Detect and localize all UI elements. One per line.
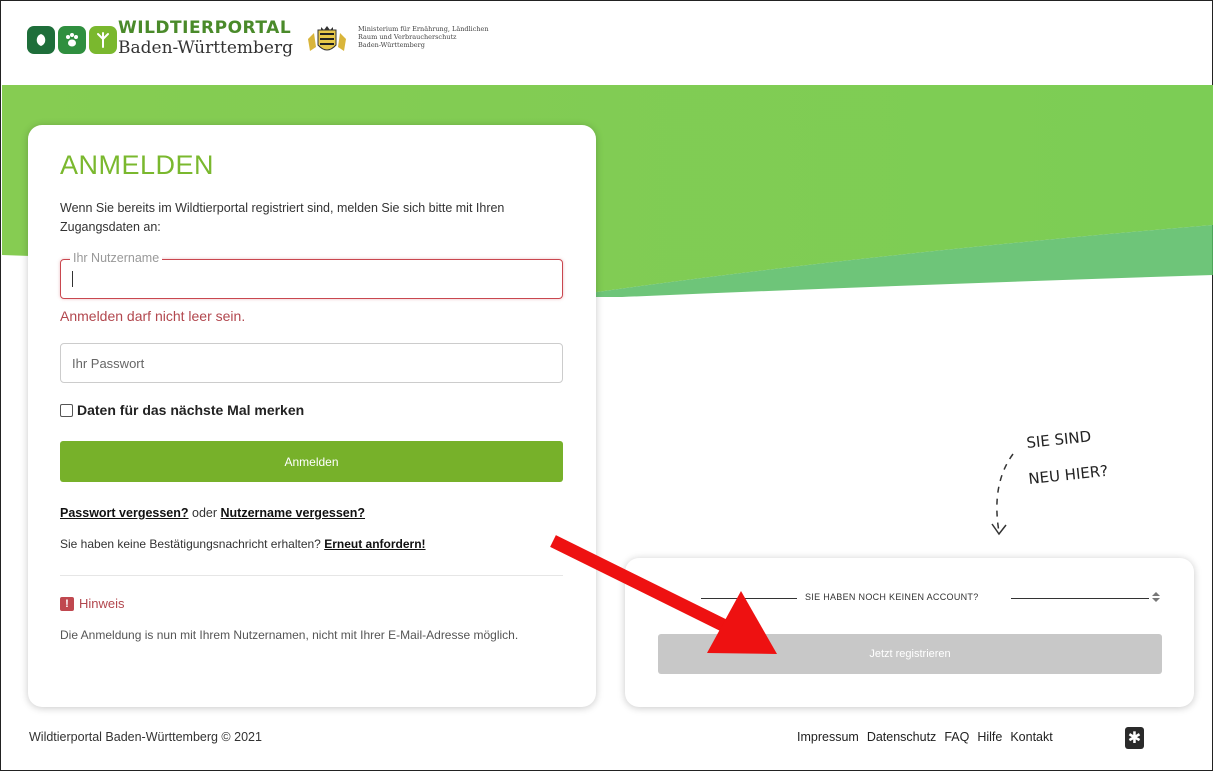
footer-links: Impressum Datenschutz FAQ Hilfe Kontakt <box>797 730 1053 744</box>
new-here-line1: SIE SIND <box>1026 427 1092 452</box>
username-label: Ihr Nutzername <box>70 251 163 265</box>
remember-checkbox[interactable] <box>60 403 73 417</box>
hint-heading: ! Hinweis <box>60 596 125 611</box>
ministry-line: Baden-Württemberg <box>358 41 425 49</box>
username-error: Anmelden darf nicht leer sein. <box>60 308 246 324</box>
brand-title: WILDTIERPORTAL <box>118 18 292 38</box>
state-crest-icon <box>308 26 346 51</box>
paw-icon <box>58 26 86 54</box>
no-account-label: SIE HABEN NOCH KEINEN ACCOUNT? <box>805 592 979 602</box>
resend-text: Sie haben keine Bestätigungsnachricht er… <box>60 537 325 551</box>
password-placeholder: Ihr Passwort <box>72 355 145 371</box>
brand-wordmark[interactable]: WILDTIERPORTAL Baden-Württemberg <box>118 20 293 57</box>
forgot-or-text: oder <box>188 506 221 520</box>
footer-link-hilfe[interactable]: Hilfe <box>977 730 1002 744</box>
hint-title: Hinweis <box>79 596 125 611</box>
hint-text: Die Anmeldung is nun mit Ihrem Nutzernam… <box>60 628 519 642</box>
asterisk-icon[interactable]: ✱ <box>1125 727 1144 749</box>
forgot-links: Passwort vergessen? oder Nutzername verg… <box>60 506 365 520</box>
ministry-name: Ministerium für Ernährung, Ländlichen Ra… <box>358 25 489 49</box>
exclamation-icon: ! <box>60 596 74 611</box>
footer-copyright: Wildtierportal Baden-Württemberg © 2021 <box>29 730 262 744</box>
brand-subtitle: Baden-Württemberg <box>118 38 293 58</box>
ministry-line: Ministerium für Ernährung, Ländlichen <box>358 25 489 33</box>
password-input[interactable]: Ihr Passwort <box>60 343 563 383</box>
logo-badges[interactable] <box>27 26 117 54</box>
footer-link-impressum[interactable]: Impressum <box>797 730 859 744</box>
divider <box>60 575 563 576</box>
forgot-username-link[interactable]: Nutzername vergessen? <box>221 506 366 520</box>
username-input[interactable]: Ihr Nutzername <box>60 251 563 299</box>
sort-icon[interactable] <box>1151 591 1161 603</box>
seed-icon <box>27 26 55 54</box>
site-header: WILDTIERPORTAL Baden-Württemberg Ministe… <box>1 1 1212 85</box>
footer-link-faq[interactable]: FAQ <box>944 730 969 744</box>
footer-link-datenschutz[interactable]: Datenschutz <box>867 730 936 744</box>
login-title: ANMELDEN <box>60 150 215 180</box>
red-arrow-icon <box>550 535 777 654</box>
login-intro: Wenn Sie bereits im Wildtierportal regis… <box>60 201 505 234</box>
remember-me[interactable]: Daten für das nächste Mal merken <box>60 402 304 418</box>
new-here-line2: NEU HIER? <box>1028 462 1109 488</box>
dashed-curve <box>996 453 1014 533</box>
remember-label[interactable]: Daten für das nächste Mal merken <box>77 402 304 418</box>
ministry-line: Raum und Verbraucherschutz <box>358 33 457 41</box>
new-here-doodle: SIE SIND NEU HIER? <box>991 427 1109 536</box>
bird-track-icon <box>89 26 117 54</box>
resend-link[interactable]: Erneut anfordern! <box>324 537 425 551</box>
login-button[interactable]: Anmelden <box>60 441 563 482</box>
forgot-password-link[interactable]: Passwort vergessen? <box>60 506 189 520</box>
resend-confirmation: Sie haben keine Bestätigungsnachricht er… <box>60 537 426 551</box>
login-card: ANMELDEN Wenn Sie bereits im Wildtierpor… <box>28 125 596 707</box>
divider-line-right <box>1011 598 1149 599</box>
text-caret <box>72 271 73 287</box>
arrow-head-icon <box>991 523 1007 536</box>
footer-link-kontakt[interactable]: Kontakt <box>1010 730 1052 744</box>
